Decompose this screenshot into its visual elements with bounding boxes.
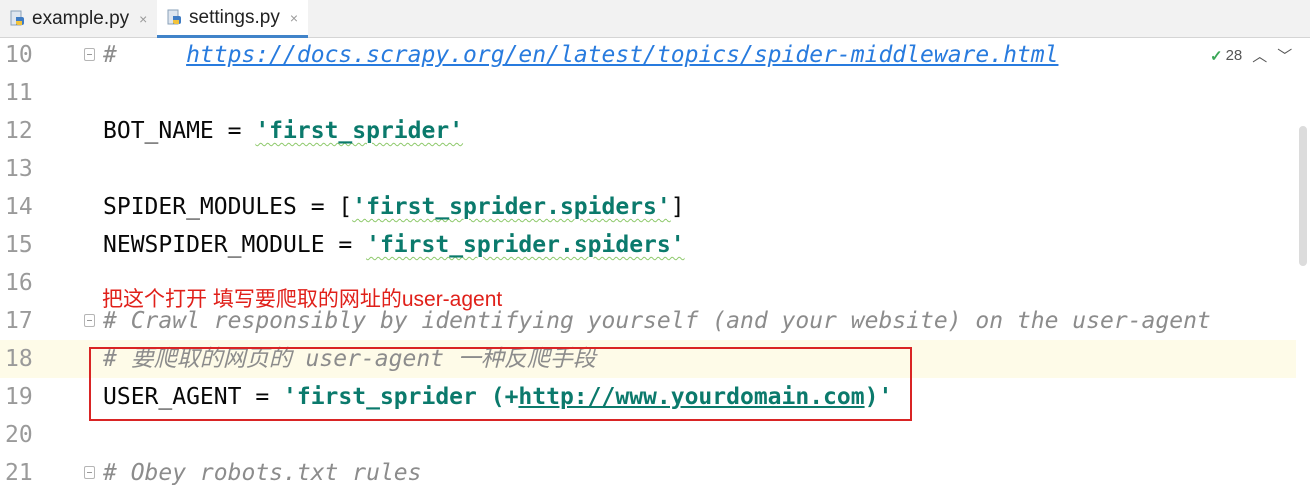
close-icon[interactable]: × — [139, 11, 147, 27]
tab-label: settings.py — [189, 6, 280, 28]
code-line[interactable]: 20 — [0, 416, 1296, 454]
line-number: 19 — [5, 384, 33, 410]
fold-marker-icon[interactable] — [84, 466, 95, 479]
fold-marker-icon[interactable] — [84, 314, 95, 327]
code-line[interactable]: 13 — [0, 150, 1296, 188]
annotation-note: 把这个打开 填写要爬取的网址的user-agent — [102, 288, 503, 311]
line-number: 11 — [5, 80, 33, 106]
comment-text: # — [103, 42, 187, 68]
string-value: 'first_sprider' — [255, 118, 464, 144]
scrollbar-thumb[interactable] — [1299, 126, 1307, 266]
line-number: 14 — [5, 194, 33, 220]
variable-name: NEWSPIDER_MODULE = — [103, 232, 367, 258]
line-number: 16 — [5, 270, 33, 296]
highlight-box — [89, 347, 912, 421]
tab-label: example.py — [32, 7, 130, 29]
line-number: 13 — [5, 156, 33, 182]
line-number: 17 — [5, 308, 33, 334]
tab-example-py[interactable]: example.py × — [0, 0, 156, 37]
code-line[interactable]: 12 BOT_NAME = 'first_sprider' — [0, 112, 1296, 150]
line-number: 20 — [5, 422, 33, 448]
vertical-scrollbar[interactable] — [1296, 38, 1310, 483]
doc-link[interactable]: https://docs.scrapy.org/en/latest/topics… — [186, 42, 1058, 68]
code-text: BOT_NAME = 'first_sprider' — [103, 112, 463, 150]
line-number: 15 — [5, 232, 33, 258]
code-line[interactable]: 10 # https://docs.scrapy.org/en/latest/t… — [0, 36, 1296, 74]
code-line[interactable]: 15 NEWSPIDER_MODULE = 'first_sprider.spi… — [0, 226, 1296, 264]
string-value: 'first_sprider.spiders' — [366, 232, 685, 258]
python-file-icon — [10, 10, 26, 28]
code-line[interactable]: 14 SPIDER_MODULES = ['first_sprider.spid… — [0, 188, 1296, 226]
comment-text: # Obey robots.txt rules — [103, 460, 422, 486]
string-value: 'first_sprider.spiders' — [352, 194, 671, 220]
code-line[interactable]: 21 # Obey robots.txt rules — [0, 454, 1296, 492]
code-line[interactable]: 11 — [0, 74, 1296, 112]
tab-settings-py[interactable]: settings.py × — [157, 0, 308, 38]
code-text: # https://docs.scrapy.org/en/latest/topi… — [103, 36, 1058, 74]
close-icon[interactable]: × — [290, 10, 298, 26]
code-text: SPIDER_MODULES = ['first_sprider.spiders… — [103, 188, 685, 226]
variable-name: SPIDER_MODULES = [ — [103, 194, 353, 220]
line-number: 18 — [5, 346, 33, 372]
line-number: 12 — [5, 118, 33, 144]
fold-marker-icon[interactable] — [84, 48, 95, 61]
editor-tab-bar: example.py × settings.py × — [0, 0, 1310, 38]
variable-name: BOT_NAME = — [103, 118, 256, 144]
python-file-icon — [167, 9, 183, 27]
bracket: ] — [670, 194, 685, 220]
line-number: 10 — [5, 42, 33, 68]
code-text: NEWSPIDER_MODULE = 'first_sprider.spider… — [103, 226, 685, 264]
line-number: 21 — [5, 460, 33, 486]
